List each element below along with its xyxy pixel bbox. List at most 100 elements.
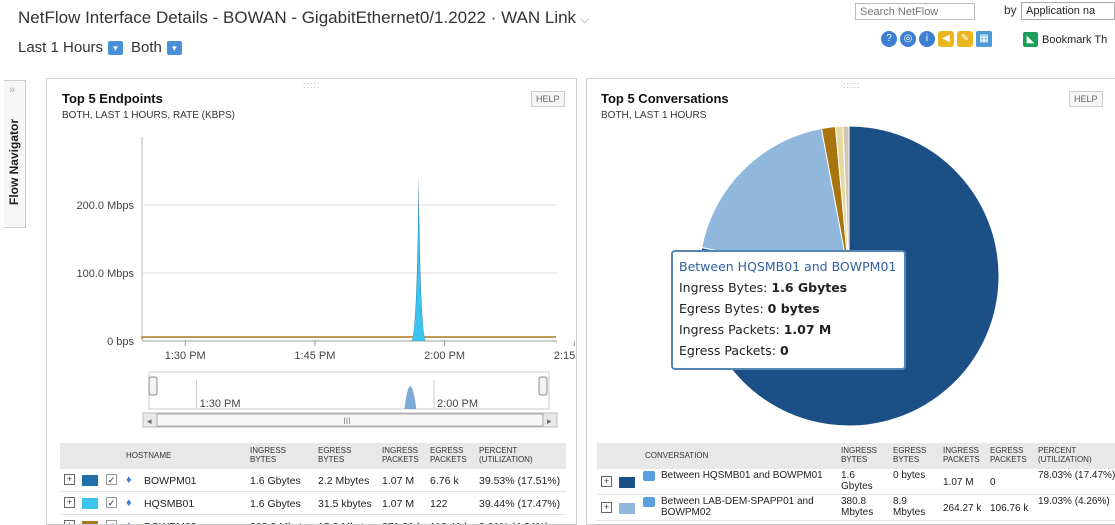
cell-ingress-packets: 264.27 k: [943, 503, 982, 514]
table-row[interactable]: + ✓ ♦ BOWPM02 382.2 Mbytes 15.2 Mbytes 271.31 …: [60, 515, 566, 524]
direction-filter[interactable]: Both ▾: [131, 39, 182, 56]
table-row[interactable]: + ✓ ♦ BOWPM01 1.6 Gbytes 2.2 Mbytes 1.07 M 6.76…: [60, 469, 566, 492]
x-tick-label: 1:45 PM: [294, 350, 335, 362]
expand-icon[interactable]: +: [601, 502, 612, 513]
table-body: + ✓ ♦ BOWPM01 1.6 Gbytes 2.2 Mbytes 1.07 M 6.76…: [60, 469, 566, 524]
series-color-swatch: [82, 475, 98, 486]
speaker-icon[interactable]: ◀: [938, 31, 954, 47]
tooltip-value: 0 bytes: [767, 301, 820, 316]
help-icon[interactable]: ?: [881, 31, 897, 47]
tooltip-label: Egress Bytes:: [679, 301, 764, 316]
info-icon[interactable]: i: [919, 31, 935, 47]
cell-egress-packets: 116.41 k: [430, 521, 470, 524]
chevron-down-icon[interactable]: ▾: [166, 40, 182, 55]
chart-x-ticks: 1:30 PM 1:45 PM 2:00 PM 2:15 PM: [165, 341, 577, 362]
cell-percent: 39.44% (17.47%): [479, 498, 561, 510]
col-ingress-packets[interactable]: INGRESS PACKETS: [943, 446, 989, 464]
endpoints-chart: 0 bps 100.0 Mbps 200.0 Mbps 1:30 PM 1:45 PM…: [77, 137, 577, 428]
navigator-right-handle[interactable]: [538, 376, 548, 396]
cell-percent: 78.03% (17.47%): [1038, 470, 1115, 481]
flow-navigator-tab[interactable]: » Flow Navigator: [4, 80, 26, 228]
bookmark-label: Bookmark Th: [1042, 33, 1108, 46]
tooltip-label: Ingress Bytes:: [679, 280, 768, 295]
cell-hostname[interactable]: BOWPM02: [144, 521, 197, 524]
chevron-down-icon[interactable]: ⌵: [580, 12, 589, 26]
toolbar-icons: ? ◎ i ◀ ✎ ▦: [881, 31, 992, 47]
series-color-swatch: [82, 521, 98, 524]
cell-ingress-bytes: 1.6 Gbytes: [250, 498, 301, 510]
chart-navigator: 1:30 PM 2:00 PM ◂ ▸ III: [142, 371, 558, 428]
series-checkbox[interactable]: ✓: [106, 474, 117, 485]
expand-icon[interactable]: »: [9, 84, 15, 96]
time-filter[interactable]: Last 1 Hours ▾: [18, 39, 124, 56]
chevron-down-icon[interactable]: ▾: [108, 40, 124, 55]
series-color-swatch: [82, 498, 98, 509]
col-ingress-packets[interactable]: INGRESS PACKETS: [382, 446, 430, 464]
table-row[interactable]: + ✓ ♦ HQSMB01 1.6 Gbytes 31.5 kbytes 1.07 M 122…: [60, 492, 566, 515]
col-ingress-bytes[interactable]: INGRESS BYTES: [250, 446, 294, 464]
navigator-tick-label: 1:30 PM: [200, 398, 241, 410]
network-icon[interactable]: ▦: [976, 31, 992, 47]
conversation-icon: [643, 497, 655, 507]
cell-egress-bytes: 31.5 kbytes: [318, 498, 372, 510]
pencil-icon[interactable]: ✎: [957, 31, 973, 47]
cell-egress-bytes: 15.2 Mbytes: [318, 521, 375, 524]
col-conversation[interactable]: CONVERSATION: [645, 451, 708, 460]
cell-conversation[interactable]: Between LAB-DEM-SPAPP01 and BOWPM02: [661, 496, 836, 518]
col-egress-packets[interactable]: EGRESS PACKETS: [990, 446, 1036, 464]
tooltip-egress-packets: Egress Packets: 0: [679, 343, 898, 358]
navigator-left-handle[interactable]: [148, 376, 158, 396]
cell-ingress-packets: 271.31 k: [382, 521, 422, 524]
cell-egress-bytes: 0 bytes: [893, 470, 926, 481]
expand-icon[interactable]: +: [64, 520, 75, 524]
navigator-tick-label: 2:00 PM: [437, 398, 478, 410]
x-tick-label: 2:00 PM: [424, 350, 465, 362]
conversations-table: CONVERSATION INGRESS BYTES EGRESS BYTES …: [597, 443, 1115, 521]
cell-hostname[interactable]: HQSMB01: [144, 498, 194, 510]
cell-ingress-packets: 1.07 M: [943, 477, 974, 488]
bookmark-link[interactable]: ◣ Bookmark Th: [1023, 32, 1107, 47]
col-egress-bytes[interactable]: EGRESS BYTES: [318, 446, 362, 464]
scroll-right-icon[interactable]: ▸: [547, 416, 552, 426]
globe-icon[interactable]: ◎: [900, 31, 916, 47]
col-hostname[interactable]: HOSTNAME: [126, 451, 171, 460]
expand-icon[interactable]: +: [601, 476, 612, 487]
col-egress-packets[interactable]: EGRESS PACKETS: [430, 446, 476, 464]
col-percent[interactable]: PERCENT (UTILIZATION): [1038, 446, 1115, 464]
tooltip-value: 1.6 Gbytes: [771, 280, 848, 295]
scroll-left-icon[interactable]: ◂: [147, 416, 152, 426]
table-row[interactable]: + Between LAB-DEM-SPAPP01 and BOWPM02 380.…: [597, 495, 1115, 521]
cell-conversation[interactable]: Between HQSMB01 and BOWPM01: [661, 470, 836, 481]
cell-egress-packets: 122: [430, 498, 448, 510]
series-checkbox[interactable]: ✓: [106, 520, 117, 524]
cell-hostname[interactable]: BOWPM01: [144, 475, 197, 487]
search-input[interactable]: [855, 3, 975, 20]
conversation-icon: [643, 471, 655, 481]
table-row[interactable]: + Between HQSMB01 and BOWPM01 1.6 Gbytes 0 …: [597, 469, 1115, 495]
cell-ingress-packets: 1.07 M: [382, 498, 415, 510]
tooltip-label: Ingress Packets:: [679, 322, 780, 337]
peak-hqsmb01-0[interactable]: [411, 208, 426, 341]
cell-egress-bytes: 2.2 Mbytes: [318, 475, 370, 487]
col-egress-bytes[interactable]: EGRESS BYTES: [893, 446, 933, 464]
cell-egress-packets: 106.76 k: [990, 503, 1029, 514]
expand-icon[interactable]: +: [64, 497, 75, 508]
flow-navigator-label: Flow Navigator: [7, 119, 21, 206]
series-color-swatch: [619, 477, 635, 488]
x-tick-label: 2:15 PM: [554, 350, 577, 362]
col-ingress-bytes[interactable]: INGRESS BYTES: [841, 446, 881, 464]
filter-bar: Last 1 Hours ▾ Both ▾: [18, 39, 182, 56]
y-tick-label: 100.0 Mbps: [77, 268, 135, 280]
cell-percent: 9.81% (4.34%): [479, 521, 548, 524]
col-percent[interactable]: PERCENT (UTILIZATION): [479, 446, 565, 464]
cell-ingress-bytes: 1.6 Gbytes: [841, 470, 873, 492]
expand-icon[interactable]: +: [64, 474, 75, 485]
table-body: + Between HQSMB01 and BOWPM01 1.6 Gbytes 0 …: [597, 469, 1115, 521]
cell-ingress-bytes: 382.2 Mbytes: [250, 521, 313, 524]
series-color-swatch: [619, 503, 635, 514]
series-checkbox[interactable]: ✓: [106, 497, 117, 508]
tooltip-egress-bytes: Egress Bytes: 0 bytes: [679, 301, 898, 316]
host-icon: ♦: [126, 520, 134, 524]
series-line-bowpm02: [141, 336, 556, 339]
search-type-select[interactable]: Application na: [1021, 2, 1115, 20]
